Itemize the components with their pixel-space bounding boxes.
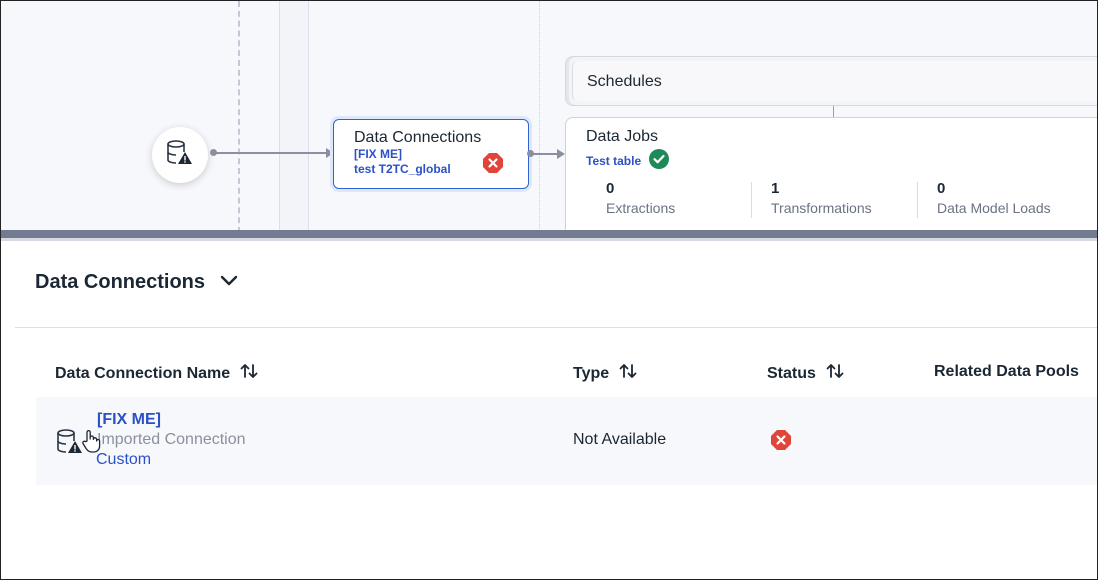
- sort-icon[interactable]: [240, 363, 258, 384]
- stat-extractions: 0 Extractions: [606, 180, 675, 216]
- connection-type: Not Available: [573, 431, 667, 448]
- chevron-down-icon[interactable]: [219, 271, 239, 294]
- sort-icon[interactable]: [826, 363, 844, 384]
- data-job-tag[interactable]: Test table: [586, 149, 670, 172]
- column-header-label: Related Data Pools: [934, 363, 1079, 380]
- stat-label: Extractions: [606, 200, 676, 216]
- data-job-tag-label: Test table: [586, 153, 642, 168]
- column-header-type[interactable]: Type: [573, 363, 637, 384]
- data-connections-node[interactable]: Data Connections [FIX ME] test T2TC_glob…: [333, 119, 529, 189]
- connection-description: Imported Connection: [97, 431, 246, 448]
- stat-transformations: 1 Transformations: [771, 180, 872, 216]
- stat-label: Transformations: [771, 200, 872, 216]
- lane-divider: [539, 1, 540, 233]
- connector-line: [532, 153, 558, 155]
- arrow-icon: [557, 149, 565, 159]
- column-header-label: Status: [767, 364, 816, 382]
- panel-title[interactable]: Data Connections: [35, 271, 239, 294]
- panel-divider: [15, 327, 1097, 328]
- stat-label: Data Model Loads: [937, 200, 1051, 216]
- connector-line: [215, 152, 327, 154]
- stat-value: 1: [771, 180, 780, 197]
- column-header-name[interactable]: Data Connection Name: [55, 363, 258, 384]
- sort-icon[interactable]: [619, 363, 637, 384]
- process-canvas[interactable]: Data Connections [FIX ME] test T2TC_glob…: [1, 1, 1097, 233]
- column-header-status[interactable]: Status: [767, 363, 844, 384]
- data-jobs-title: Data Jobs: [586, 128, 659, 145]
- panel-resize-handle[interactable]: [1, 230, 1097, 241]
- data-jobs-node[interactable]: Data Jobs Test table 0 Extractions 1 Tra…: [565, 117, 1097, 233]
- stat-value: 0: [937, 180, 946, 197]
- database-warning-icon: [165, 138, 195, 173]
- check-circle-icon: [649, 149, 670, 172]
- app-window: Data Connections [FIX ME] test T2TC_glob…: [0, 0, 1098, 580]
- error-icon: [770, 429, 792, 456]
- lane-divider: [238, 1, 240, 233]
- column-header-related-pools[interactable]: Related Data Pools: [934, 363, 1079, 381]
- stat-value: 0: [606, 180, 615, 197]
- lane-column: [279, 1, 309, 233]
- connection-subtype: Custom: [96, 451, 152, 468]
- schedules-label: Schedules: [572, 61, 1097, 101]
- stat-divider: [751, 182, 752, 218]
- stat-data-model-loads: 0 Data Model Loads: [937, 180, 1051, 216]
- column-header-label: Data Connection Name: [55, 364, 231, 382]
- node-title: Data Connections: [354, 129, 482, 146]
- connection-name-link[interactable]: [FIX ME]: [97, 411, 161, 429]
- stat-divider: [917, 182, 918, 218]
- hand-cursor-icon: [81, 429, 101, 458]
- data-source-node[interactable]: [152, 127, 208, 183]
- error-icon: [482, 152, 504, 179]
- panel-title-text: Data Connections: [35, 271, 206, 293]
- schedules-node[interactable]: Schedules: [565, 56, 1097, 106]
- column-header-label: Type: [573, 364, 610, 382]
